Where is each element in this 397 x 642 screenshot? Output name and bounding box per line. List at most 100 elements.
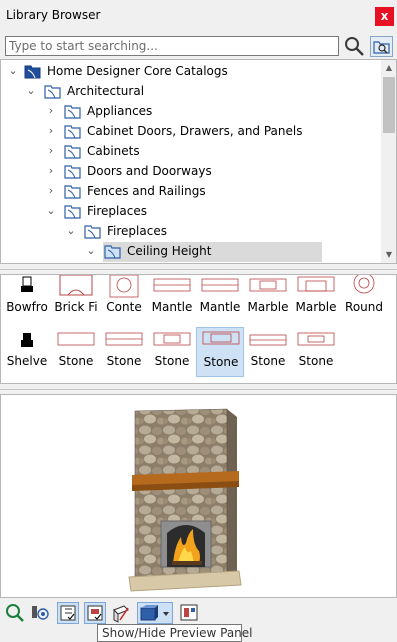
tree-item-fireplaces[interactable]: ⌄ Fireplaces <box>1 202 381 222</box>
find-in-library-icon[interactable] <box>370 36 393 57</box>
tree-scrollbar[interactable]: ▲ ▼ <box>381 60 396 263</box>
scroll-down-icon[interactable]: ▼ <box>381 247 396 263</box>
search-library-icon[interactable] <box>4 602 26 624</box>
chevron-right-icon[interactable]: › <box>45 124 57 138</box>
bowfront-thumbnail <box>21 276 33 292</box>
chevron-down-icon[interactable]: ⌄ <box>65 224 77 238</box>
item-label: Conte <box>106 300 142 314</box>
library-item-marble-2[interactable]: Marble <box>292 275 340 329</box>
item-label: Bowfro <box>6 300 48 314</box>
splitter-grip[interactable] <box>176 268 220 279</box>
library-item-round[interactable]: Round <box>340 275 388 329</box>
library-folder-icon <box>63 163 83 180</box>
library-item-shelves[interactable]: Shelve <box>3 329 51 383</box>
brick-fireplace-thumbnail <box>59 275 93 296</box>
item-label: Stone <box>58 354 94 368</box>
tree-item-cabinet-doors[interactable]: › Cabinet Doors, Drawers, and Panels <box>1 122 381 142</box>
close-button[interactable]: x <box>375 7 394 26</box>
fireplace-preview-image <box>128 408 242 592</box>
item-label: Shelve <box>6 354 48 368</box>
show-hide-preview-icon[interactable] <box>84 602 106 624</box>
tree-item-label: Fireplaces <box>87 204 147 218</box>
library-item-stone-3[interactable]: Stone <box>148 329 196 383</box>
stone-thumbnail <box>297 332 335 346</box>
library-item-stone-6[interactable]: Stone <box>292 329 340 383</box>
catalog-folder-icon <box>23 63 43 80</box>
library-items-grid[interactable]: Bowfro Brick Fi Conte Mantle Mantle Marb… <box>0 274 397 384</box>
bottom-toolbar <box>0 600 397 626</box>
library-item-stone-5[interactable]: Stone <box>244 329 292 383</box>
item-label: Stone <box>203 355 239 369</box>
tree-item-label: Architectural <box>67 84 145 98</box>
chevron-down-icon[interactable]: ⌄ <box>25 84 37 98</box>
library-folder-icon <box>63 143 83 160</box>
library-item-stone-4[interactable]: Stone <box>196 327 244 377</box>
stone-thumbnail <box>202 331 240 345</box>
library-folder-icon <box>63 203 83 220</box>
item-label: Marble <box>295 300 337 314</box>
mantle-thumbnail <box>201 278 239 292</box>
item-label: Stone <box>154 354 190 368</box>
library-item-marble-1[interactable]: Marble <box>244 275 292 329</box>
library-folder-icon <box>63 103 83 120</box>
search-input[interactable] <box>5 36 339 56</box>
library-item-bowfront[interactable]: Bowfro <box>3 275 51 329</box>
tree-item-label: Home Designer Core Catalogs <box>47 64 228 78</box>
tree-item-cabinets[interactable]: › Cabinets <box>1 142 381 162</box>
tree-item-architectural[interactable]: ⌄ Architectural <box>1 82 381 102</box>
library-item-brick-fireplace[interactable]: Brick Fi <box>52 275 100 329</box>
grid-preview-splitter[interactable] <box>0 384 397 399</box>
options-icon[interactable] <box>29 602 51 624</box>
scroll-up-icon[interactable]: ▲ <box>381 60 396 76</box>
stone-thumbnail <box>249 334 287 346</box>
tree-item-label: Doors and Doorways <box>87 164 212 178</box>
item-label: Round <box>345 300 383 314</box>
tree-item-doors[interactable]: › Doors and Doorways <box>1 162 381 182</box>
show-hide-tree-icon[interactable] <box>57 602 79 624</box>
marble-thumbnail <box>297 276 335 292</box>
chevron-down-icon[interactable]: ⌄ <box>85 244 97 258</box>
chevron-down-icon[interactable]: ⌄ <box>45 204 57 218</box>
library-folder-icon <box>103 243 123 260</box>
tree-item-appliances[interactable]: › Appliances <box>1 102 381 122</box>
tree-grid-splitter[interactable] <box>0 264 397 279</box>
chevron-right-icon[interactable]: › <box>45 164 57 178</box>
shelves-thumbnail <box>21 333 33 347</box>
preview-panel <box>0 394 397 598</box>
library-folder-icon <box>83 223 103 240</box>
item-label: Mantle <box>199 300 241 314</box>
library-item-stone-2[interactable]: Stone <box>100 329 148 383</box>
library-item-mantle-1[interactable]: Mantle <box>148 275 196 329</box>
search-icon[interactable] <box>343 36 365 57</box>
chevron-right-icon[interactable]: › <box>45 184 57 198</box>
splitter-grip[interactable] <box>176 388 220 399</box>
view-mode-icon[interactable] <box>110 602 132 624</box>
chevron-right-icon[interactable]: › <box>45 104 57 118</box>
tree-item-fences[interactable]: › Fences and Railings <box>1 182 381 202</box>
search-row <box>0 33 397 59</box>
library-item-mantle-2[interactable]: Mantle <box>196 275 244 329</box>
preview-style-icon[interactable] <box>137 602 173 624</box>
stone-thumbnail <box>153 332 191 346</box>
item-label: Mantle <box>151 300 193 314</box>
stone-thumbnail <box>57 332 95 346</box>
library-item-contemporary[interactable]: Conte <box>100 275 148 329</box>
layout-icon[interactable] <box>178 602 200 624</box>
item-label: Stone <box>106 354 142 368</box>
library-item-stone-1[interactable]: Stone <box>52 329 100 383</box>
tree-item-label: Fireplaces <box>107 224 167 238</box>
title-bar: Library Browser x <box>0 0 397 32</box>
library-tree[interactable]: ⌄ Home Designer Core Catalogs ⌄ Architec… <box>0 59 397 264</box>
item-label: Brick Fi <box>54 300 98 314</box>
tree-item-label: Fences and Railings <box>87 184 206 198</box>
tree-item-ceiling-height[interactable]: ⌄ Ceiling Height <box>1 242 381 262</box>
library-folder-icon <box>63 123 83 140</box>
chevron-down-icon[interactable]: ⌄ <box>7 64 19 78</box>
item-label: Stone <box>250 354 286 368</box>
chevron-right-icon[interactable]: › <box>45 144 57 158</box>
tree-item-core-catalogs[interactable]: ⌄ Home Designer Core Catalogs <box>1 62 381 82</box>
item-label: Marble <box>247 300 289 314</box>
scrollbar-thumb[interactable] <box>383 77 395 133</box>
mantle-thumbnail <box>153 278 191 292</box>
tree-item-fireplaces-sub[interactable]: ⌄ Fireplaces <box>1 222 381 242</box>
